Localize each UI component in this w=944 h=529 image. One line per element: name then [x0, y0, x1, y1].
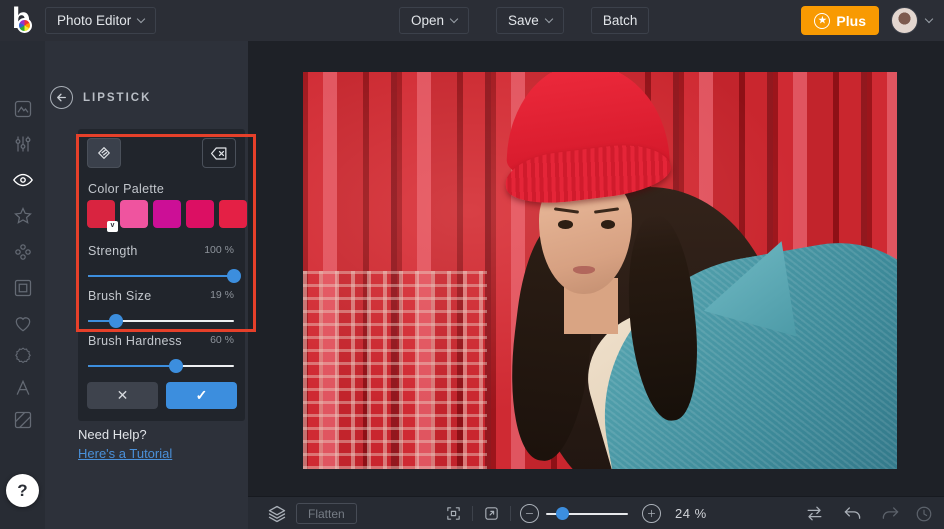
slider-handle[interactable] [108, 314, 123, 328]
divider [510, 506, 511, 521]
chevron-down-icon[interactable] [924, 14, 934, 24]
slider-row: Brush Size 19 % [88, 287, 234, 328]
photo-wall-lattice [303, 270, 488, 469]
app-menu-label: Photo Editor [57, 13, 132, 28]
color-palette-label: Color Palette [88, 182, 165, 196]
zoom-in-button[interactable] [639, 497, 663, 529]
photo-canvas[interactable] [303, 72, 897, 469]
photo-eye [557, 220, 573, 230]
lipstick-settings-card: Color Palette v Strength 100 % Brush Size 1… [78, 129, 247, 421]
selected-swatch-badge: v [107, 221, 118, 232]
top-bar: b Photo Editor Open Save Batch ★ Plus [0, 0, 944, 41]
sidebar-item-adjust[interactable] [0, 129, 45, 159]
apply-check-icon: ✓ [195, 387, 208, 403]
slider[interactable] [88, 314, 234, 328]
user-avatar[interactable] [891, 7, 918, 34]
plus-upgrade-button[interactable]: ★ Plus [801, 6, 879, 35]
slider-handle[interactable] [227, 269, 241, 283]
history-icon[interactable] [911, 497, 937, 529]
slider-row: Strength 100 % [88, 242, 241, 283]
sidebar-item-overlays[interactable] [0, 309, 45, 339]
color-swatch[interactable] [120, 200, 148, 228]
slider-label: Brush Hardness [88, 334, 182, 348]
color-swatch[interactable] [186, 200, 214, 228]
redo-icon[interactable] [877, 497, 903, 529]
flatten-label: Flatten [308, 506, 345, 521]
help-button[interactable]: ? [6, 474, 39, 507]
cancel-button[interactable]: ✕ [87, 382, 158, 409]
slider-handle[interactable] [168, 359, 183, 373]
zoom-slider[interactable] [546, 507, 628, 520]
slider-fill [88, 365, 176, 367]
sidebar-item-frames[interactable] [0, 273, 45, 303]
color-swatch[interactable]: v [87, 200, 118, 232]
compare-icon[interactable] [801, 497, 827, 529]
back-button[interactable] [50, 86, 73, 109]
eraser-button[interactable] [202, 138, 236, 168]
tutorial-link[interactable]: Here's a Tutorial [78, 446, 172, 461]
befunky-logo[interactable]: b [10, 2, 40, 36]
help-glyph: ? [17, 480, 28, 500]
flatten-button[interactable]: Flatten [296, 503, 357, 524]
star-circle-icon: ★ [814, 12, 831, 29]
sidebar-item-graphics[interactable] [0, 341, 45, 371]
chevron-down-icon [449, 14, 459, 24]
panel-title: LIPSTICK [83, 92, 152, 104]
confirm-row: ✕ ✓ [87, 382, 237, 409]
sidebar-item-artsy[interactable] [0, 237, 45, 267]
slider-value: 100 % [204, 244, 234, 256]
zoom-percentage: 24 % [675, 506, 707, 521]
slider-fill [88, 275, 234, 277]
workspace [248, 41, 944, 496]
sidebar-item-photo-edit[interactable] [0, 94, 45, 124]
photo-lips [572, 266, 595, 274]
sidebar-item-effects[interactable] [0, 201, 45, 231]
layers-icon[interactable] [264, 497, 290, 529]
tool-rail: ? [0, 41, 45, 529]
batch-label: Batch [602, 13, 638, 28]
chevron-down-icon [137, 14, 146, 24]
open-button[interactable]: Open [399, 7, 470, 34]
topbar-right-group: ★ Plus [801, 0, 934, 41]
sidebar-item-text[interactable] [0, 373, 45, 403]
need-help-text: Need Help? [78, 427, 147, 442]
slider[interactable] [88, 359, 234, 373]
lipstick-panel: LIPSTICK Color Palette v Strength 100 % Br… [45, 41, 248, 529]
save-button[interactable]: Save [496, 7, 564, 34]
divider [472, 506, 473, 521]
slider-value: 60 % [210, 334, 234, 346]
save-label: Save [508, 13, 539, 28]
fit-to-screen-icon[interactable] [441, 497, 465, 529]
apply-button[interactable]: ✓ [166, 382, 237, 409]
slider-label: Brush Size [88, 289, 152, 303]
color-swatch[interactable] [219, 200, 247, 228]
fullscreen-icon[interactable] [479, 497, 503, 529]
slider-label: Strength [88, 244, 138, 258]
chevron-down-icon [544, 14, 554, 24]
topbar-center-group: Open Save Batch [399, 7, 650, 34]
batch-button[interactable]: Batch [590, 7, 650, 34]
sidebar-item-textures[interactable] [0, 405, 45, 435]
plus-label: Plus [836, 12, 866, 29]
undo-icon[interactable] [839, 497, 865, 529]
slider[interactable] [88, 269, 241, 283]
zoom-out-button[interactable] [517, 497, 541, 529]
photo-editor-app: b Photo Editor Open Save Batch ★ Plus [0, 0, 944, 529]
zoom-slider-handle[interactable] [556, 507, 569, 520]
photo-eyebrow [554, 207, 580, 214]
open-label: Open [411, 13, 445, 28]
color-swatch[interactable] [153, 200, 181, 228]
applicator-brush-button[interactable] [87, 138, 121, 168]
logo-colorwheel-icon [17, 17, 32, 33]
app-menu-button[interactable]: Photo Editor [45, 7, 157, 34]
color-swatches: v [87, 200, 247, 232]
sidebar-item-touch-up[interactable] [0, 165, 45, 195]
slider-row: Brush Hardness 60 % [88, 332, 234, 373]
cancel-x-icon: ✕ [116, 387, 129, 403]
slider-value: 19 % [210, 289, 234, 301]
photo-eyebrow [594, 207, 620, 214]
bottom-bar: Flatten 24 % [248, 496, 944, 529]
photo-eye [600, 220, 616, 230]
